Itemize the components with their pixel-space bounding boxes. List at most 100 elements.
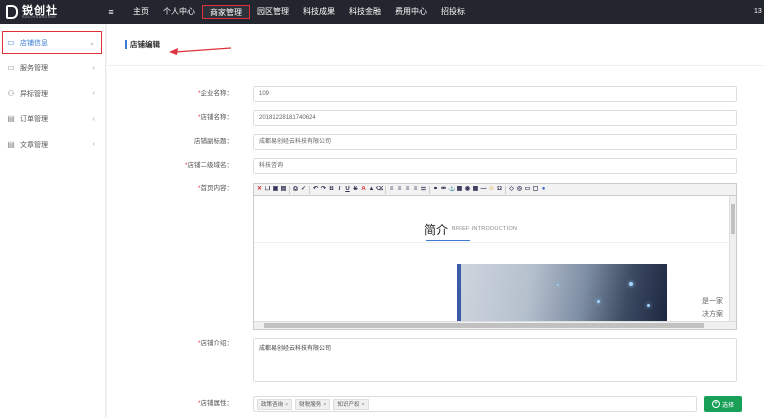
shop-name-field[interactable]: 20181228181740624 <box>253 110 737 126</box>
chevron-left-icon: ‹ <box>92 90 95 98</box>
nav-tech-achievements[interactable]: 科技成果 <box>296 5 342 19</box>
editor-vertical-scrollbar[interactable] <box>729 196 736 321</box>
sidebar-item-orders[interactable]: ▤ 订单管理 ‹ <box>0 107 105 133</box>
bold-icon[interactable]: B <box>328 186 335 193</box>
editor-subheading: BRIEF INTRODUCTION <box>452 226 518 232</box>
service-icon: ▭ <box>7 63 15 73</box>
attribute-tag: 知识产权 × <box>333 398 369 410</box>
nav-tech-finance[interactable]: 科技金融 <box>342 5 388 19</box>
remove-tag-icon[interactable]: × <box>323 402 326 408</box>
sidebar-item-label: 异标管理 <box>20 90 48 98</box>
hr-icon[interactable]: — <box>480 186 487 193</box>
source-icon[interactable]: ◇ <box>508 186 515 193</box>
align-left-icon[interactable]: ≡ <box>388 186 395 193</box>
order-icon: ▤ <box>7 114 15 124</box>
remove-format-icon[interactable]: ⌫ <box>376 186 383 193</box>
copy-icon[interactable]: ❐ <box>264 186 271 193</box>
table-icon[interactable]: ▦ <box>472 186 479 193</box>
undo-icon[interactable]: ↶ <box>312 186 319 193</box>
strike-icon[interactable]: S <box>352 186 359 193</box>
remove-tag-icon[interactable]: × <box>361 402 364 408</box>
top-nav: 主页 个人中心 商家管理 园区管理 科技成果 科技金融 费用中心 招投标 <box>126 0 472 24</box>
rich-text-editor[interactable]: ✕ ❐ ▣ ▤ ⎙ ✓ ↶ ↷ B I U S A ▲ ⌫ ≡ ≡ ≡ ≡ ☰ … <box>253 183 737 330</box>
select-button[interactable]: + 选择 <box>704 396 742 412</box>
align-right-icon[interactable]: ≡ <box>404 186 411 193</box>
print-icon[interactable]: ⎙ <box>292 186 299 193</box>
homepage-label: 首页内容： <box>200 185 234 192</box>
justify-icon[interactable]: ≡ <box>412 186 419 193</box>
paste-text-icon[interactable]: ▤ <box>280 186 287 193</box>
emoji-icon[interactable]: ☺ <box>488 186 495 193</box>
special-char-icon[interactable]: Ω <box>496 186 503 193</box>
nav-merchant-management[interactable]: 商家管理 <box>202 5 250 19</box>
logo-icon <box>6 5 18 19</box>
anchor-icon[interactable]: ⚓ <box>448 186 455 193</box>
menu-toggle-icon[interactable]: ≡ <box>106 7 116 17</box>
list-icon[interactable]: ☰ <box>420 186 427 193</box>
article-icon: ▤ <box>7 139 15 149</box>
unlink-icon[interactable]: ⚮ <box>440 186 447 193</box>
editor-toolbar: ✕ ❐ ▣ ▤ ⎙ ✓ ↶ ↷ B I U S A ▲ ⌫ ≡ ≡ ≡ ≡ ☰ … <box>254 184 736 196</box>
subdomain-field[interactable]: 科技咨询 <box>253 158 737 174</box>
remove-tag-icon[interactable]: × <box>285 402 288 408</box>
spellcheck-icon[interactable]: ✓ <box>300 186 307 193</box>
annotation-arrow-icon <box>169 47 232 55</box>
editor-image[interactable] <box>457 264 667 321</box>
redo-icon[interactable]: ↷ <box>320 186 327 193</box>
user-group-icon: ⚇ <box>7 88 15 98</box>
shop-subtitle-field[interactable]: 成都易创经云科技有限公司 <box>253 134 737 150</box>
maximize-icon[interactable]: ▢ <box>532 186 539 193</box>
brand-logo[interactable]: 锐创社 RUICHUANGSHE <box>0 0 106 24</box>
cut-icon[interactable]: ✕ <box>256 186 263 193</box>
editor-content[interactable]: 简介 BRIEF INTRODUCTION 是一家 决方案 <box>254 196 736 321</box>
attribute-tag: 政策咨询 × <box>257 398 293 410</box>
attribute-tag: 财税服务 × <box>295 398 331 410</box>
underline-icon[interactable]: U <box>344 186 351 193</box>
sidebar: ▭ 店铺信息 ⌄ ▭ 服务管理 ‹ ⚇ 异标管理 ‹ ▤ 订单管理 ‹ ▤ 文章… <box>0 24 106 417</box>
top-right-user[interactable]: 13 <box>754 0 764 24</box>
align-center-icon[interactable]: ≡ <box>396 186 403 193</box>
page-title: 店铺编辑 <box>130 40 160 49</box>
sidebar-item-articles[interactable]: ▤ 文章管理 ‹ <box>0 132 105 158</box>
link-icon[interactable]: ⚭ <box>432 186 439 193</box>
chevron-left-icon: ‹ <box>92 64 95 72</box>
sidebar-item-label: 文章管理 <box>20 141 48 149</box>
highlight-box <box>2 31 102 54</box>
plus-icon: + <box>711 400 720 408</box>
company-name-field[interactable]: 109 <box>253 86 737 102</box>
company-name-label: 企业名称： <box>200 90 234 97</box>
sidebar-item-label: 服务管理 <box>20 65 48 73</box>
attributes-label: 店铺属性： <box>200 400 234 407</box>
highlight-icon[interactable]: ▲ <box>368 186 375 193</box>
heading-underline <box>426 240 470 241</box>
image-icon[interactable]: ▦ <box>456 186 463 193</box>
template-icon[interactable]: ▭ <box>524 186 531 193</box>
brand-sub: RUICHUANGSHE <box>22 14 57 19</box>
shop-subtitle-label: 店铺副标题： <box>194 138 233 145</box>
nav-personal-center[interactable]: 个人中心 <box>156 5 202 19</box>
nav-bidding[interactable]: 招投标 <box>434 5 472 19</box>
editor-heading: 简介 <box>424 223 449 237</box>
sidebar-item-label: 订单管理 <box>20 116 48 124</box>
chevron-left-icon: ‹ <box>92 141 95 149</box>
intro-label: 店铺介绍： <box>200 340 234 347</box>
attributes-tag-input[interactable]: 政策咨询 × 财税服务 × 知识产权 × <box>253 396 697 412</box>
editor-horizontal-scrollbar[interactable] <box>254 321 736 329</box>
paste-icon[interactable]: ▣ <box>272 186 279 193</box>
shop-name-label: 店铺名称： <box>200 114 234 121</box>
italic-icon[interactable]: I <box>336 186 343 193</box>
preview-icon[interactable]: ◎ <box>516 186 523 193</box>
main-content: 店铺编辑 *企业名称： 109 *店铺名称： 20181228181740624… <box>107 24 764 417</box>
about-icon[interactable]: ● <box>540 186 547 193</box>
font-color-icon[interactable]: A <box>360 186 367 193</box>
subdomain-label: 店铺二级域名： <box>187 162 234 169</box>
sidebar-item-service[interactable]: ▭ 服务管理 ‹ <box>0 56 105 82</box>
select-button-label: 选择 <box>721 402 734 409</box>
nav-park-management[interactable]: 园区管理 <box>250 5 296 19</box>
nav-home[interactable]: 主页 <box>126 5 156 19</box>
nav-fee-center[interactable]: 费用中心 <box>388 5 434 19</box>
intro-textarea[interactable]: 成都易创经云科技有限公司 <box>253 338 737 382</box>
flash-icon[interactable]: ◉ <box>464 186 471 193</box>
sidebar-item-bid[interactable]: ⚇ 异标管理 ‹ <box>0 81 105 107</box>
top-bar: 锐创社 RUICHUANGSHE ≡ 主页 个人中心 商家管理 园区管理 科技成… <box>0 0 764 24</box>
